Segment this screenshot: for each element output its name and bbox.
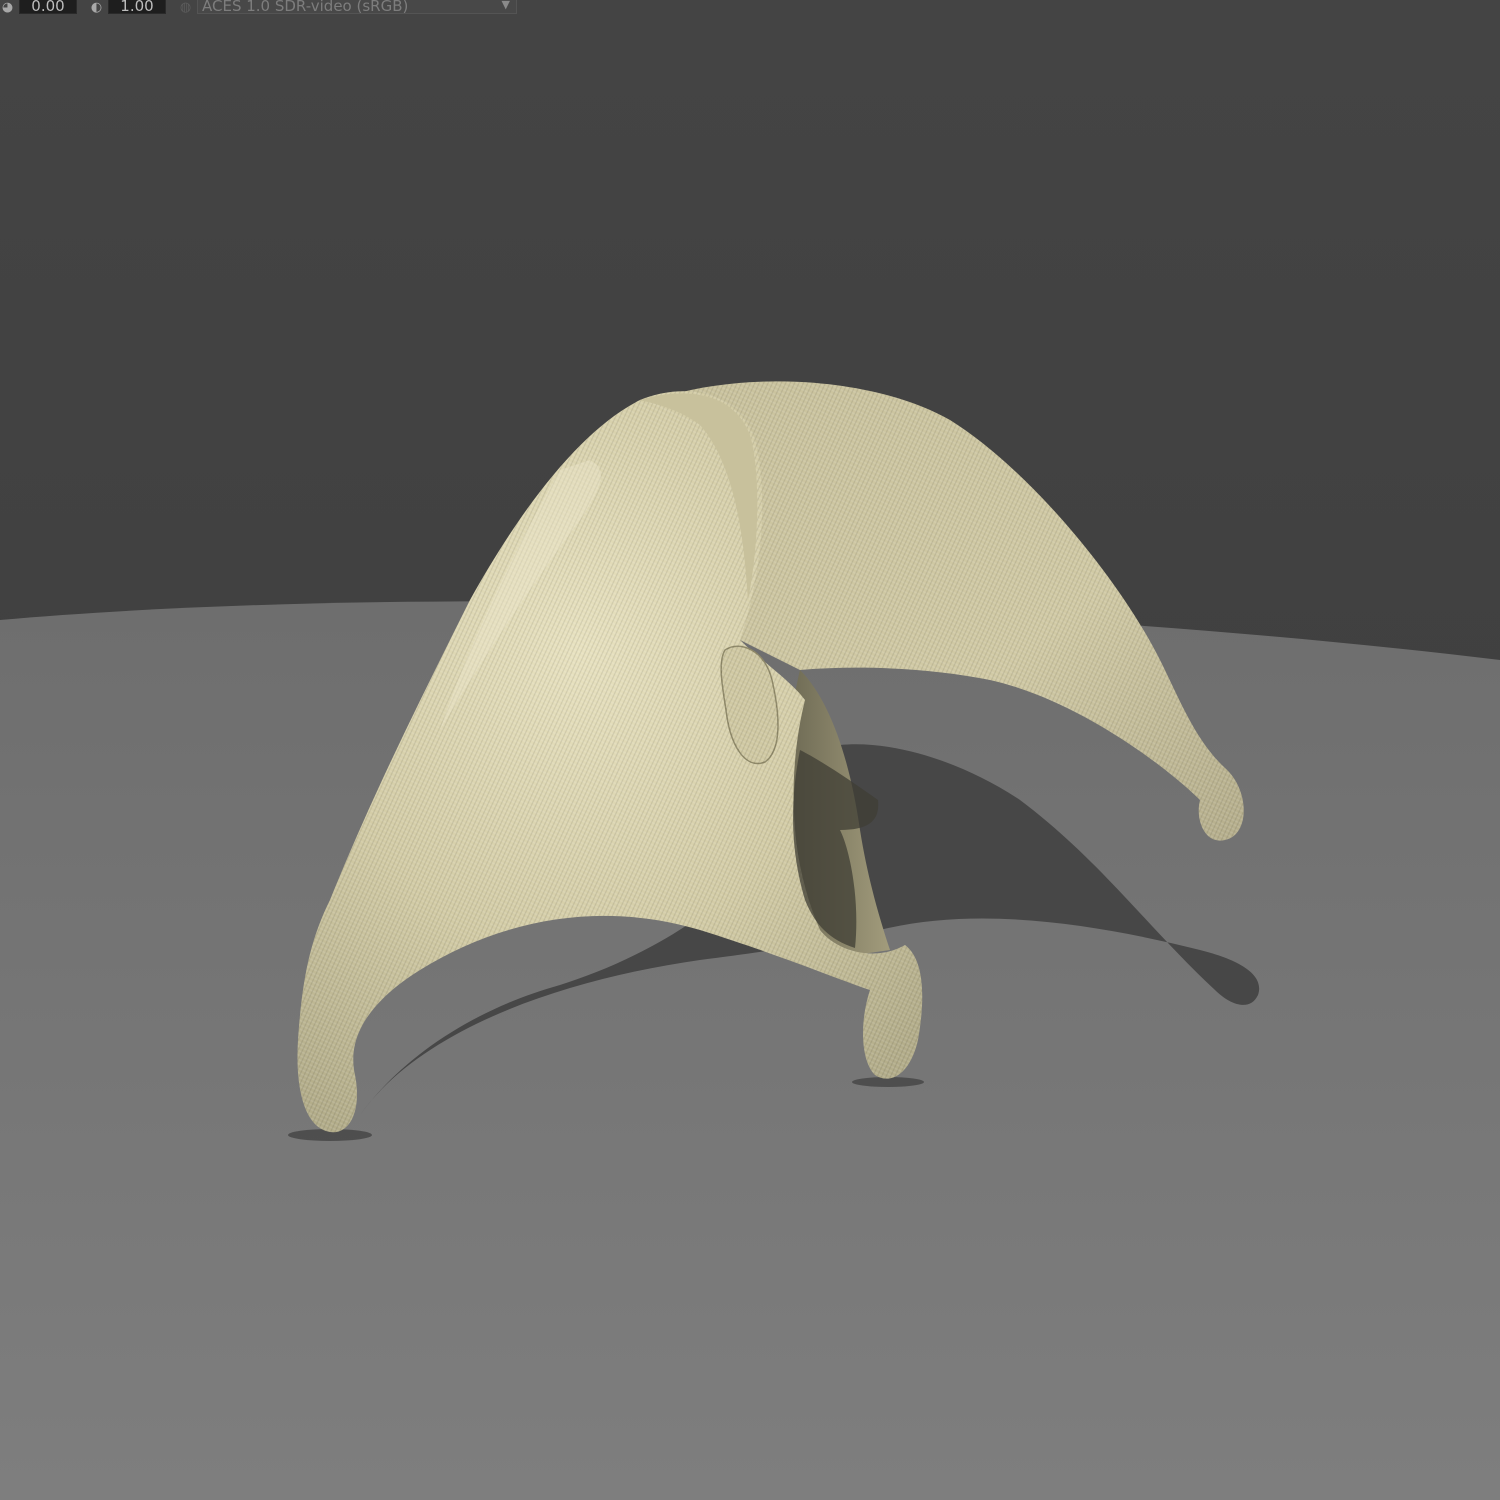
view-transform-label: ACES 1.0 SDR-video (sRGB) bbox=[202, 0, 409, 14]
display-icon: ◍ bbox=[179, 0, 192, 15]
gamma-icon: ◐ bbox=[90, 0, 103, 15]
aperture-icon: ◕ bbox=[1, 0, 14, 15]
display-toolbar: ◕ 0.00 ◐ 1.00 ◍ ACES 1.0 SDR-video (sRGB… bbox=[0, 0, 530, 15]
viewport-scene bbox=[0, 0, 1500, 1500]
view-transform-select[interactable]: ACES 1.0 SDR-video (sRGB) ▼ bbox=[197, 0, 517, 14]
3d-viewport[interactable]: ◕ 0.00 ◐ 1.00 ◍ ACES 1.0 SDR-video (sRGB… bbox=[0, 0, 1500, 1500]
gamma-field[interactable]: 1.00 bbox=[108, 0, 166, 14]
exposure-field[interactable]: 0.00 bbox=[19, 0, 77, 14]
chevron-down-icon: ▼ bbox=[501, 0, 510, 11]
